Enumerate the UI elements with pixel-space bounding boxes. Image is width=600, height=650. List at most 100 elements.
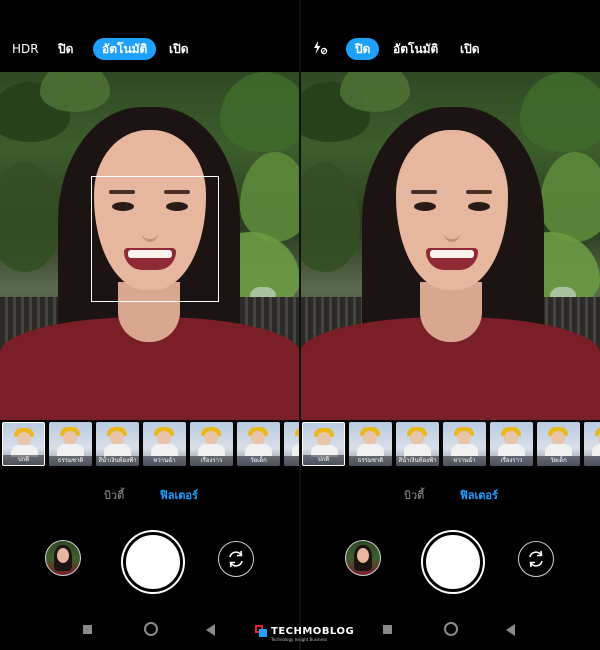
thumb-head bbox=[457, 431, 471, 445]
logo-square-blue bbox=[259, 629, 267, 637]
filter-label: เรื่องราว bbox=[190, 456, 233, 466]
filter-thumb-story[interactable]: เรื่องราว bbox=[490, 422, 533, 466]
smile bbox=[426, 248, 478, 270]
filter-thumb-natural[interactable]: ธรรมชาติ bbox=[349, 422, 392, 466]
filter-label: ปกติ bbox=[303, 455, 344, 465]
camera-viewfinder[interactable] bbox=[0, 72, 300, 420]
filter-label: ปกติ bbox=[3, 455, 44, 465]
thumb-body bbox=[498, 444, 525, 456]
top-settings-bar: ปิด อัตโนมัติ เปิด bbox=[300, 0, 600, 72]
switch-camera-button[interactable] bbox=[518, 541, 554, 577]
home-button[interactable] bbox=[144, 622, 158, 636]
flash-off-icon-glyph bbox=[314, 41, 328, 55]
filter-thumb-childhood[interactable]: วัยเด็ก bbox=[537, 422, 580, 466]
thumb-face bbox=[57, 548, 69, 563]
watermark-tagline: Technology Insight Business bbox=[271, 637, 328, 642]
back-button[interactable] bbox=[206, 624, 215, 636]
camera-panel-left: HDR ปิด อัตโนมัติ เปิด ปกติ ธรรมชาติ สีน… bbox=[0, 0, 300, 650]
hdr-option-off[interactable]: ปิด bbox=[58, 38, 73, 60]
panel-divider bbox=[299, 0, 301, 650]
filter-thumb-childhood[interactable]: วัยเด็ก bbox=[237, 422, 280, 466]
hdr-option-on[interactable]: เปิด bbox=[169, 38, 189, 60]
filter-thumb-partial[interactable]: เซ bbox=[584, 422, 600, 466]
thumb-head bbox=[317, 432, 331, 446]
thumb-head bbox=[504, 431, 518, 445]
recent-apps-button[interactable] bbox=[383, 625, 392, 634]
thumb-body bbox=[198, 444, 225, 456]
foliage bbox=[340, 72, 410, 112]
filter-label: หวานฉ่ำ bbox=[143, 456, 186, 466]
mode-tab-beauty[interactable]: บิวตี้ bbox=[404, 486, 424, 504]
nose bbox=[444, 225, 460, 242]
thumb-body bbox=[592, 444, 600, 456]
foliage bbox=[520, 72, 600, 152]
thumb-body bbox=[451, 444, 478, 456]
left-eyebrow bbox=[411, 190, 437, 194]
filter-thumb-normal[interactable]: ปกติ bbox=[302, 422, 345, 466]
thumb-head bbox=[363, 431, 377, 445]
thumb-body bbox=[357, 444, 384, 456]
mode-tab-filter[interactable]: ฟิลเตอร์ bbox=[460, 486, 498, 504]
foliage bbox=[240, 152, 300, 242]
filter-thumb-normal[interactable]: ปกติ bbox=[2, 422, 45, 466]
flash-option-on[interactable]: เปิด bbox=[460, 38, 480, 60]
filter-label: เซ bbox=[584, 456, 600, 466]
switch-camera-icon bbox=[229, 550, 243, 568]
filter-label: เรื่องราว bbox=[490, 456, 533, 466]
flash-option-auto[interactable]: อัตโนมัติ bbox=[393, 38, 438, 60]
top-settings-bar: HDR ปิด อัตโนมัติ เปิด bbox=[0, 0, 300, 72]
filter-thumb-sweet[interactable]: หวานฉ่ำ bbox=[143, 422, 186, 466]
filter-thumb-partial[interactable]: เซ bbox=[284, 422, 300, 466]
filter-thumb-sweet[interactable]: หวานฉ่ำ bbox=[443, 422, 486, 466]
thumb-body bbox=[104, 444, 131, 456]
left-eye bbox=[414, 202, 436, 211]
foliage bbox=[0, 162, 60, 272]
filter-label: วัยเด็ก bbox=[237, 456, 280, 466]
thumb-body bbox=[151, 444, 178, 456]
filter-strip: ปกติ ธรรมชาติ สีน้ำเงินท้องฟ้า หวานฉ่ำ เ… bbox=[300, 420, 600, 468]
foliage bbox=[300, 162, 360, 272]
filter-label: ธรรมชาติ bbox=[49, 456, 92, 466]
teeth bbox=[430, 250, 474, 258]
subject-neck bbox=[420, 282, 482, 342]
flash-off-icon[interactable] bbox=[312, 40, 328, 63]
back-button[interactable] bbox=[506, 624, 515, 636]
shutter-button[interactable] bbox=[423, 532, 483, 592]
thumb-body bbox=[545, 444, 572, 456]
mode-tab-filter[interactable]: ฟิลเตอร์ bbox=[160, 486, 198, 504]
filter-label: สีน้ำเงินท้องฟ้า bbox=[96, 456, 139, 466]
filter-thumb-sky-blue[interactable]: สีน้ำเงินท้องฟ้า bbox=[396, 422, 439, 466]
filter-label: วัยเด็ก bbox=[537, 456, 580, 466]
thumb-head bbox=[110, 431, 124, 445]
filter-label: หวานฉ่ำ bbox=[443, 456, 486, 466]
filter-thumb-natural[interactable]: ธรรมชาติ bbox=[49, 422, 92, 466]
techmoblog-watermark: TECHMOBLOG Technology Insight Business bbox=[255, 625, 354, 642]
filter-label: เซ bbox=[284, 456, 300, 466]
flash-option-off[interactable]: ปิด bbox=[346, 38, 380, 60]
camera-viewfinder[interactable] bbox=[300, 72, 600, 420]
thumb-head bbox=[551, 431, 565, 445]
thumb-body bbox=[404, 444, 431, 456]
camera-panel-right: ปิด อัตโนมัติ เปิด ปกติ ธรรมชาติ สีน้ำเง… bbox=[300, 0, 600, 650]
thumb-head bbox=[63, 431, 77, 445]
gallery-thumbnail-button[interactable] bbox=[345, 540, 381, 576]
thumb-head bbox=[157, 431, 171, 445]
thumb-body bbox=[57, 444, 84, 456]
thumb-head bbox=[251, 431, 265, 445]
switch-camera-button[interactable] bbox=[218, 541, 254, 577]
mode-tab-beauty[interactable]: บิวตี้ bbox=[104, 486, 124, 504]
right-eye bbox=[468, 202, 490, 211]
foliage bbox=[220, 72, 300, 152]
filter-thumb-story[interactable]: เรื่องราว bbox=[190, 422, 233, 466]
thumb-body bbox=[245, 444, 272, 456]
home-button[interactable] bbox=[444, 622, 458, 636]
foliage bbox=[540, 152, 600, 242]
filter-thumb-sky-blue[interactable]: สีน้ำเงินท้องฟ้า bbox=[96, 422, 139, 466]
thumb-head bbox=[204, 431, 218, 445]
recent-apps-button[interactable] bbox=[83, 625, 92, 634]
hdr-option-auto[interactable]: อัตโนมัติ bbox=[93, 38, 157, 60]
gallery-thumbnail-button[interactable] bbox=[45, 540, 81, 576]
thumb-head bbox=[17, 432, 31, 446]
shutter-button[interactable] bbox=[123, 532, 183, 592]
thumb-face bbox=[357, 548, 369, 563]
